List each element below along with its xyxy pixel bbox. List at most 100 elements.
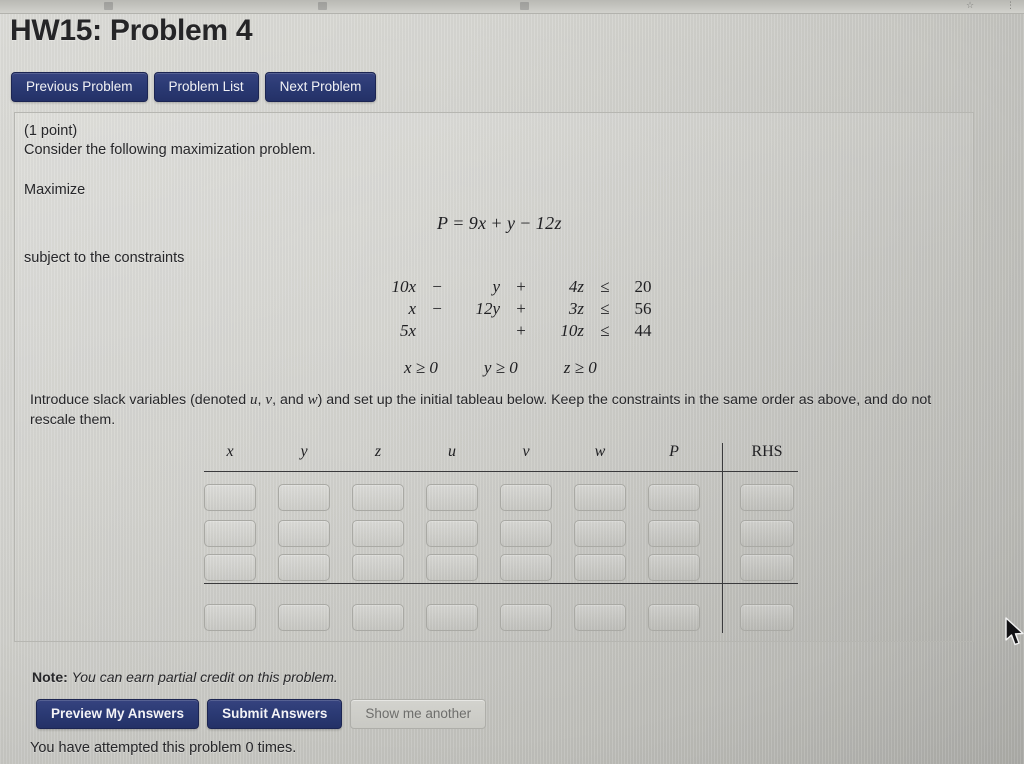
tableau-cell-obj-w[interactable] [574,604,626,631]
constraint-operator-1: − [432,299,442,318]
constraint-operator-1: − [432,277,442,296]
tableau-cell-r3-v[interactable] [500,554,552,581]
bookmark-star-icon[interactable]: ☆ [966,1,974,11]
next-problem-button[interactable]: Next Problem [264,72,377,102]
tableau-cell-r1-w[interactable] [574,484,626,511]
tableau-cell-r1-rhs[interactable] [740,484,794,511]
points-label: (1 point) [24,123,78,139]
nonnegativity-z: z ≥ 0 [563,358,597,377]
simplex-tableau: x y z u v w P RHS [204,440,798,640]
chrome-tab-tick [520,2,529,10]
tableau-cell-obj-v[interactable] [500,604,552,631]
tableau-cell-obj-u[interactable] [426,604,478,631]
slack-var-w: w [307,392,318,408]
tableau-cell-r3-rhs[interactable] [740,554,794,581]
constraint-term-1: 5x [399,321,416,340]
previous-problem-button[interactable]: Previous Problem [11,72,148,102]
constraint-row: 10x − y + 4z ≤ 20 [370,276,664,298]
tableau-objective-rule [204,583,798,584]
tableau-cell-obj-z[interactable] [352,604,404,631]
tableau-top-rule [204,471,798,472]
tableau-cell-obj-x[interactable] [204,604,256,631]
constraint-row: x − 12y + 3z ≤ 56 [370,298,664,320]
problem-intro-text: Consider the following maximization prob… [24,142,316,158]
objective-term-1: 9x [468,213,487,233]
chrome-tab-tick [318,2,327,10]
constraint-rhs: 56 [634,299,652,318]
tableau-cell-obj-y[interactable] [278,604,330,631]
tableau-cell-r1-v[interactable] [500,484,552,511]
problem-navigation-bar: Previous Problem Problem List Next Probl… [11,72,377,102]
tableau-cell-r3-u[interactable] [426,554,478,581]
tableau-column-header-p: P [669,443,679,460]
objective-term-2: y [506,213,516,233]
tableau-cell-r3-x[interactable] [204,554,256,581]
tableau-cell-r2-p[interactable] [648,520,700,547]
tableau-cell-r2-y[interactable] [278,520,330,547]
page-title: HW15: Problem 4 [10,14,253,47]
constraint-rhs: 44 [634,321,652,340]
attempts-status-text: You have attempted this problem 0 times. [30,740,297,756]
overflow-menu-icon[interactable]: ⋮ [1006,1,1015,11]
tableau-column-header-x: x [226,443,234,460]
tableau-rhs-divider [722,443,723,633]
constraint-term-2: 12y [475,299,500,318]
maximize-label: Maximize [24,182,86,198]
objective-function-equation: P = 9x + y − 12z [437,213,562,234]
subject-to-constraints-label: subject to the constraints [24,250,185,266]
tableau-cell-r1-y[interactable] [278,484,330,511]
tableau-cell-obj-p[interactable] [648,604,700,631]
tableau-cell-r3-z[interactable] [352,554,404,581]
constraint-rhs: 20 [634,277,652,296]
tableau-cell-r2-rhs[interactable] [740,520,794,547]
tableau-cell-r2-v[interactable] [500,520,552,547]
tableau-column-header-w: w [594,443,606,460]
constraint-relation: ≤ [600,299,610,318]
tableau-column-header-rhs: RHS [751,443,783,460]
tableau-cell-r2-w[interactable] [574,520,626,547]
objective-term-3: 12z [535,213,562,233]
constraint-system: 10x − y + 4z ≤ 20 x − 12y + 3z ≤ 56 5x +… [370,276,664,342]
nonnegativity-x: x ≥ 0 [404,358,438,377]
tableau-cell-r1-p[interactable] [648,484,700,511]
tableau-cell-r1-z[interactable] [352,484,404,511]
constraint-operator-2: + [516,299,526,318]
constraint-term-1: 10x [391,277,416,296]
tableau-column-header-u: u [448,443,456,460]
submit-answers-button[interactable]: Submit Answers [207,699,343,729]
tableau-cell-r1-x[interactable] [204,484,256,511]
chrome-tab-tick [104,2,113,10]
tableau-column-header-z: z [374,443,382,460]
tableau-cell-r3-w[interactable] [574,554,626,581]
note-label: Note: [32,669,68,685]
objective-operator-2: − [520,213,531,233]
tableau-cell-r3-y[interactable] [278,554,330,581]
slack-variable-instructions: Introduce slack variables (denoted u, v,… [30,392,932,428]
tableau-cell-r2-z[interactable] [352,520,404,547]
constraint-operator-2: + [516,277,526,296]
constraint-relation: ≤ [600,277,610,296]
constraint-term-3: 10z [560,321,584,340]
tableau-cell-r2-u[interactable] [426,520,478,547]
tableau-cell-r3-p[interactable] [648,554,700,581]
constraint-operator-1 [420,320,454,342]
preview-my-answers-button[interactable]: Preview My Answers [36,699,200,729]
constraint-term-3: 4z [568,277,584,296]
tableau-cell-obj-rhs[interactable] [740,604,794,631]
constraint-term-2: y [492,277,500,296]
objective-equals: = [453,213,464,233]
nonnegativity-y: y ≥ 0 [483,358,518,377]
slack-instruction-prefix: Introduce slack variables (denoted [30,392,251,408]
objective-lhs: P [437,213,449,233]
problem-list-button[interactable]: Problem List [153,72,259,102]
webwork-problem-page: HW15: Problem 4 Previous Problem Problem… [0,0,1024,764]
tableau-cell-r2-x[interactable] [204,520,256,547]
tableau-column-header-v: v [522,443,530,460]
partial-credit-note: Note: You can earn partial credit on thi… [32,669,338,685]
tableau-cell-r1-u[interactable] [426,484,478,511]
show-me-another-button: Show me another [350,699,487,729]
slack-var-u: u [250,392,258,408]
slack-var-v: v [265,392,273,408]
answer-action-bar: Preview My Answers Submit Answers Show m… [36,699,487,729]
tableau-column-header-y: y [300,443,308,460]
